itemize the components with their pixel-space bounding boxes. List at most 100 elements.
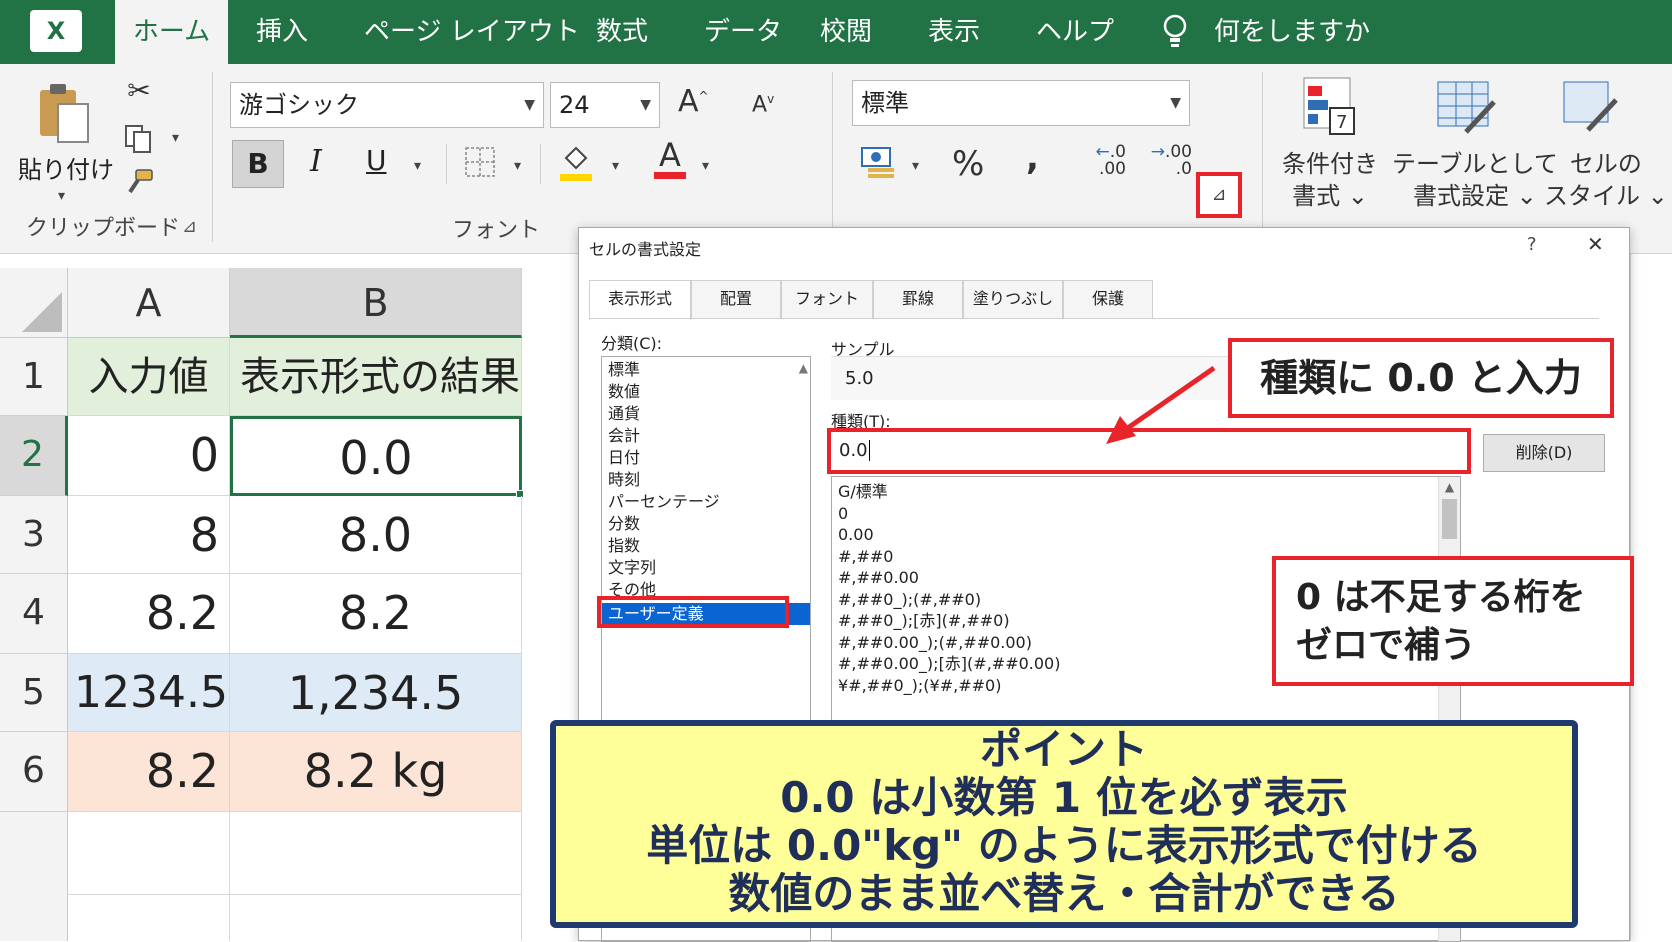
row-header[interactable]: 5 [0,654,68,732]
list-item[interactable]: 通貨 [602,403,810,425]
tab-review[interactable]: 校閲 [820,0,872,64]
cell-b4[interactable]: 8.2 [230,574,522,654]
font-name-select[interactable]: 游ゴシック ▼ [230,82,544,128]
list-item[interactable]: 0.00 [832,524,1460,546]
format-as-table-icon[interactable] [1436,80,1498,136]
underline-button[interactable]: U [366,144,387,177]
italic-button[interactable]: I [310,144,322,179]
copy-dropdown-icon[interactable]: ▾ [172,130,179,146]
number-dialog-launcher-highlight[interactable]: ⊿ [1196,172,1242,218]
cell-a3[interactable]: 8 [68,496,230,574]
cell-a2[interactable]: 0 [68,416,230,496]
number-format-select[interactable]: 標準 ▼ [852,80,1190,126]
row-header[interactable]: 6 [0,732,68,812]
ribbon-home: 貼り付け ▾ ✂ ▾ クリップボード ⊿ 游ゴシック ▼ 24 ▼ A^ Av B … [0,64,1672,254]
underline-dropdown-icon[interactable]: ▾ [414,158,421,174]
copy-icon[interactable] [124,124,152,154]
row-header[interactable]: 2 [0,416,68,496]
conditional-format-icon[interactable]: 7 [1302,76,1356,136]
format-painter-icon[interactable] [124,168,154,196]
grow-font-button[interactable]: A^ [678,84,709,119]
tab-insert[interactable]: 挿入 [256,0,308,64]
empty-cells[interactable] [68,812,230,941]
tab-page-layout[interactable]: ページ レイアウト [364,0,580,64]
cell-styles-button[interactable]: セルの スタイル ⌄ [1544,148,1668,212]
list-item[interactable]: 文字列 [602,557,810,579]
list-item[interactable]: 会計 [602,425,810,447]
cell-b1[interactable]: 表示形式の結果 [230,338,522,416]
format-as-table-button[interactable]: テーブルとして 書式設定 ⌄ [1392,148,1558,212]
empty-cells[interactable] [230,812,522,941]
cell-b2-selected[interactable]: 0.0 [230,416,522,496]
paste-icon[interactable] [38,82,90,144]
column-header-b[interactable]: B [230,268,522,338]
increase-decimal-button[interactable]: ←.0 .00 [1082,144,1126,178]
cell-b5[interactable]: 1,234.5 [230,654,522,732]
point-summary-box: ポイント 0.0 は小数第 1 位を必ず表示 単位は 0.0"kg" のように表… [550,720,1578,928]
row-header[interactable]: 1 [0,338,68,416]
tab-fill[interactable]: 塗りつぶし [963,280,1063,318]
decrease-decimal-button[interactable]: →.00 .0 [1148,144,1192,178]
font-color-dropdown-icon[interactable]: ▾ [702,158,709,174]
column-header-a[interactable]: A [68,268,230,338]
cell-b6[interactable]: 8.2 kg [230,732,522,812]
list-item[interactable]: 指数 [602,535,810,557]
tab-home[interactable]: ホーム [115,0,228,64]
cell-a1[interactable]: 入力値 [68,338,230,416]
scroll-up-icon[interactable]: ▲ [799,361,808,375]
tab-number-format[interactable]: 表示形式 [589,280,691,320]
cut-icon[interactable]: ✂ [122,74,156,107]
accounting-format-icon[interactable] [860,144,900,180]
select-all-corner[interactable] [0,268,68,338]
tab-protection[interactable]: 保護 [1063,280,1153,318]
point-heading: ポイント [979,725,1148,774]
tab-view[interactable]: 表示 [928,0,980,64]
dialog-launcher-icon[interactable]: ⊿ [182,216,197,237]
scroll-up-icon[interactable]: ▲ [1439,477,1460,497]
shrink-font-button[interactable]: Av [752,92,774,117]
cell-a5[interactable]: 1234.5 [68,654,230,732]
tab-border[interactable]: 罫線 [873,280,963,318]
help-button[interactable]: ? [1527,234,1537,255]
cell-a4[interactable]: 8.2 [68,574,230,654]
divider [1262,72,1263,242]
tab-formulas[interactable]: 数式 [596,0,648,64]
fill-color-dropdown-icon[interactable]: ▾ [612,158,619,174]
list-item[interactable]: 分数 [602,513,810,535]
close-icon[interactable]: ✕ [1587,232,1604,256]
paste-dropdown-icon[interactable]: ▾ [58,188,65,204]
font-size-select[interactable]: 24 ▼ [550,82,660,128]
font-group-label: フォント [452,218,541,243]
list-item[interactable]: 時刻 [602,469,810,491]
list-item[interactable]: 数値 [602,381,810,403]
cell-styles-icon[interactable] [1562,80,1620,136]
cell-b3[interactable]: 8.0 [230,496,522,574]
bold-button[interactable]: B [232,140,284,188]
scroll-thumb[interactable] [1442,499,1457,539]
accounting-dropdown-icon[interactable]: ▾ [912,158,919,174]
gridline [68,894,522,895]
row-header[interactable]: 3 [0,496,68,574]
list-item[interactable]: G/標準 [832,481,1460,503]
tab-data[interactable]: データ [704,0,782,64]
delete-button[interactable]: 削除(D) [1483,434,1605,472]
percent-style-button[interactable]: % [952,144,984,184]
tab-font[interactable]: フォント [781,280,873,318]
list-item[interactable]: 日付 [602,447,810,469]
tell-me-search[interactable]: 何をしますか [1214,0,1370,64]
tab-alignment[interactable]: 配置 [691,280,781,318]
row-header[interactable]: 4 [0,574,68,654]
conditional-formatting-button[interactable]: 条件付き 書式 ⌄ [1282,148,1378,212]
list-item[interactable]: パーセンテージ [602,491,810,513]
comma-style-button[interactable]: , [1026,138,1039,178]
tab-help[interactable]: ヘルプ [1036,0,1114,64]
fill-color-icon[interactable] [558,142,594,182]
font-color-button[interactable]: A [654,138,686,179]
borders-icon[interactable] [464,146,496,178]
list-item[interactable]: 標準 [602,359,810,381]
borders-dropdown-icon[interactable]: ▾ [514,158,521,174]
list-item[interactable]: 0 [832,503,1460,525]
cell-a6[interactable]: 8.2 [68,732,230,812]
dialog-launcher-icon[interactable]: ⊿ [1200,176,1238,214]
paste-button[interactable]: 貼り付け [18,150,114,185]
